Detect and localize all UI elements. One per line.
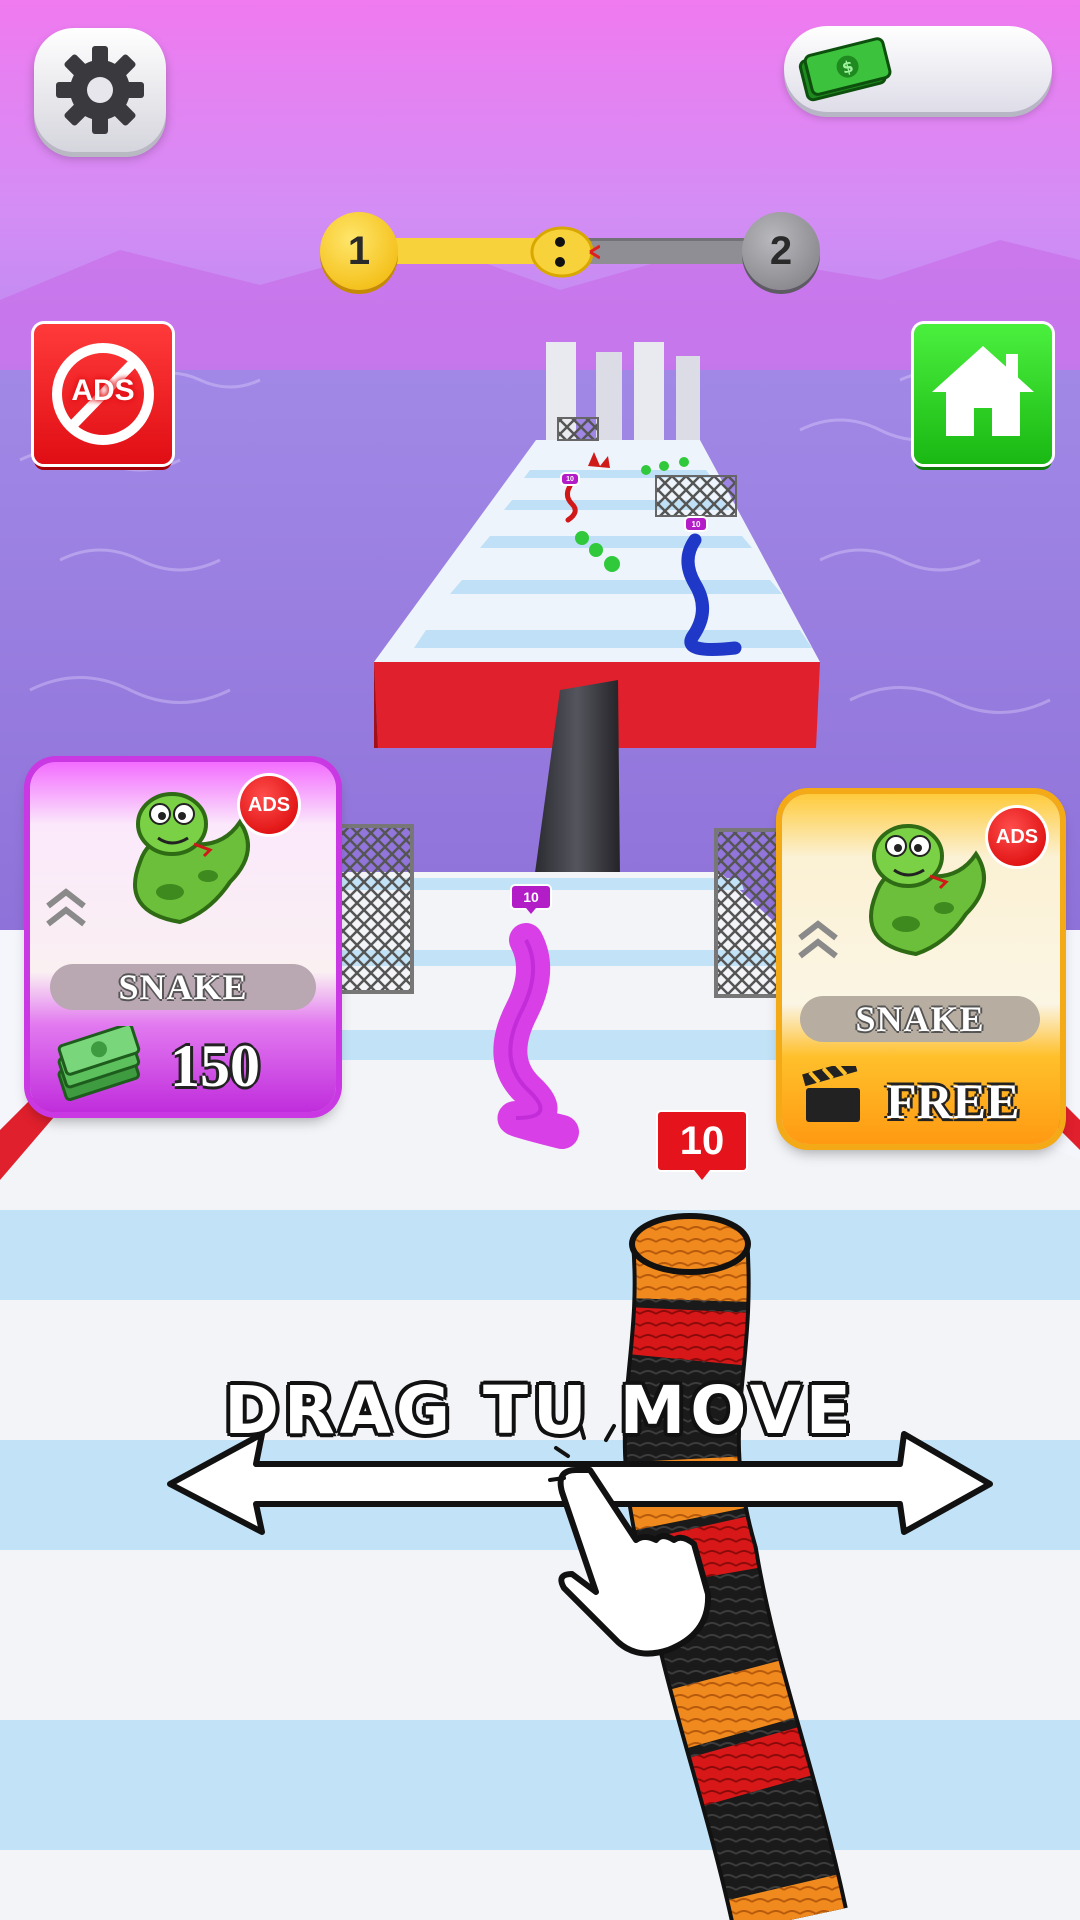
settings-button[interactable]	[34, 28, 166, 152]
level-current-badge: 1	[320, 212, 398, 290]
enemy-count-tag: 10	[512, 886, 550, 914]
money-panel: $	[784, 26, 1052, 112]
level-next-badge: 2	[742, 212, 820, 290]
card-snake-name: SNAKE	[50, 964, 316, 1010]
card-snake-name: SNAKE	[800, 996, 1040, 1042]
gear-icon	[56, 46, 144, 134]
enemy-count-tag: 10	[686, 518, 706, 530]
upgrade-chevrons-icon	[46, 888, 86, 927]
card-ads-badge: ADS	[988, 808, 1046, 866]
tutorial-text: DRAG TU MOVE	[224, 1372, 856, 1449]
home-button[interactable]	[914, 324, 1052, 464]
no-ads-button[interactable]: ADS	[34, 324, 172, 464]
no-ads-label: ADS	[71, 374, 135, 407]
card-price-free: FREE	[886, 1073, 1020, 1129]
upgrade-chevrons-icon	[798, 920, 838, 959]
snake-character-icon	[133, 792, 250, 925]
clapperboard-icon	[802, 1066, 860, 1122]
cash-stack-icon	[57, 1026, 141, 1102]
card-price: 150	[170, 1033, 260, 1099]
snake-shop-card-paid[interactable]: ADS SNAKE 150	[30, 762, 336, 1112]
card-ads-badge: ADS	[240, 776, 298, 834]
cash-icon: $	[798, 37, 892, 102]
home-icon	[932, 346, 1034, 436]
enemy-count-tag: 10	[562, 474, 578, 484]
snake-shop-card-free[interactable]: ADS SNAKE FREE	[782, 794, 1060, 1144]
snake-head-marker-icon	[530, 226, 600, 278]
snake-character-icon	[869, 824, 986, 957]
player-count-tag: 10	[658, 1112, 746, 1180]
